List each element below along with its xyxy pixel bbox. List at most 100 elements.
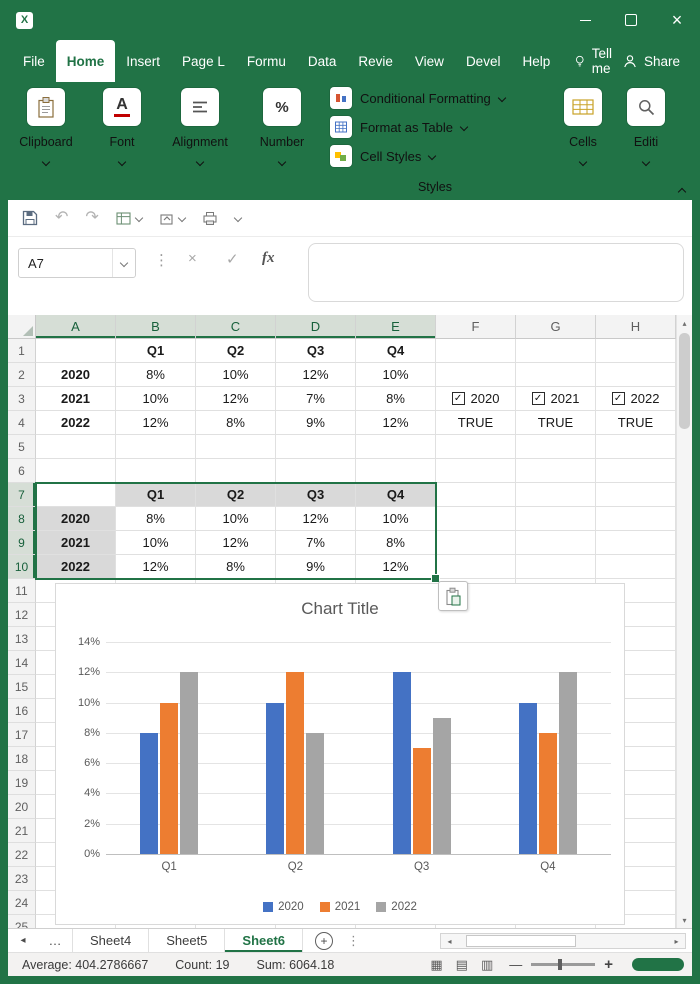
cell-E8[interactable]: 10% (356, 507, 436, 531)
cancel-entry-button[interactable]: × (188, 250, 197, 267)
paste-special-tool-button[interactable] (159, 211, 187, 226)
zoom-slider[interactable] (531, 959, 596, 970)
zoom-out-button[interactable]: — (509, 957, 522, 972)
cell-A7[interactable] (36, 483, 116, 507)
enter-entry-button[interactable]: ✓ (226, 250, 239, 268)
editing-group-button[interactable]: Editi (608, 88, 684, 172)
row-header-19[interactable]: 19 (8, 771, 36, 795)
row-header-2[interactable]: 2 (8, 363, 36, 387)
cell-G7[interactable] (516, 483, 596, 507)
select-all-corner[interactable] (8, 315, 36, 339)
cell-B8[interactable]: 8% (116, 507, 196, 531)
cell-G5[interactable] (516, 435, 596, 459)
cell-H8[interactable] (596, 507, 676, 531)
cell-H4[interactable]: TRUE (596, 411, 676, 435)
cell-H6[interactable] (596, 459, 676, 483)
cell-A2[interactable]: 2020 (36, 363, 116, 387)
cell-C7[interactable]: Q2 (196, 483, 276, 507)
cell-A6[interactable] (36, 459, 116, 483)
cell-F10[interactable] (436, 555, 516, 579)
column-header-H[interactable]: H (596, 315, 676, 339)
row-header-7[interactable]: 7 (8, 483, 36, 507)
row-header-23[interactable]: 23 (8, 867, 36, 891)
checkbox-2020[interactable]: ✓ (451, 392, 465, 405)
row-header-5[interactable]: 5 (8, 435, 36, 459)
bar-2020-Q4[interactable] (518, 702, 537, 854)
column-header-A[interactable]: A (36, 315, 116, 339)
cell-B6[interactable] (116, 459, 196, 483)
collapse-ribbon-button[interactable] (677, 180, 687, 198)
font-group-button[interactable]: A Font (84, 88, 160, 172)
cell-A10[interactable]: 2022 (36, 555, 116, 579)
vertical-scrollbar-thumb[interactable] (679, 333, 690, 429)
checkbox-2022[interactable]: ✓ (611, 392, 625, 405)
bar-2022-Q2[interactable] (306, 732, 325, 854)
cell-E4[interactable]: 12% (356, 411, 436, 435)
cell-B2[interactable]: 8% (116, 363, 196, 387)
page-break-view-button[interactable]: ▥ (481, 957, 493, 973)
scroll-left-button[interactable]: ◂ (441, 934, 458, 948)
cell-D4[interactable]: 9% (276, 411, 356, 435)
row-header-21[interactable]: 21 (8, 819, 36, 843)
bar-2021-Q1[interactable] (160, 702, 179, 854)
row-header-24[interactable]: 24 (8, 891, 36, 915)
sheet-tab-sheet5[interactable]: Sheet5 (149, 929, 226, 952)
formula-input[interactable] (308, 243, 684, 302)
column-header-E[interactable]: E (356, 315, 436, 339)
scroll-down-button[interactable]: ▾ (677, 912, 692, 928)
zoom-in-button[interactable]: + (604, 956, 613, 973)
cell-H10[interactable] (596, 555, 676, 579)
cell-E9[interactable]: 8% (356, 531, 436, 555)
legend-item-2021[interactable]: 2021 (319, 901, 360, 913)
cell-D3[interactable]: 7% (276, 387, 356, 411)
row-header-14[interactable]: 14 (8, 651, 36, 675)
cell-A5[interactable] (36, 435, 116, 459)
insert-function-button[interactable]: fx (262, 250, 275, 267)
clipboard-group-button[interactable]: Clipboard (8, 88, 84, 172)
row-header-8[interactable]: 8 (8, 507, 36, 531)
cell-B3[interactable]: 10% (116, 387, 196, 411)
tab-file[interactable]: File (12, 40, 56, 82)
cell-D7[interactable]: Q3 (276, 483, 356, 507)
more-sheets-indicator[interactable]: … (38, 929, 73, 952)
name-box[interactable]: A7 (18, 248, 136, 278)
cell-H7[interactable] (596, 483, 676, 507)
tab-data[interactable]: Data (297, 40, 348, 82)
row-header-18[interactable]: 18 (8, 747, 36, 771)
cell-C10[interactable]: 8% (196, 555, 276, 579)
cell-styles-button[interactable]: Cell Styles (330, 144, 540, 168)
save-button[interactable] (22, 210, 38, 226)
tab-scroll-left-button[interactable]: ◂ (8, 929, 38, 952)
customize-qat-button[interactable] (233, 213, 243, 223)
sheetbar-resize-handle[interactable]: ⋮ (347, 929, 360, 952)
legend-item-2020[interactable]: 2020 (263, 901, 304, 913)
cell-E6[interactable] (356, 459, 436, 483)
horizontal-scrollbar-thumb[interactable] (466, 935, 576, 947)
cell-F6[interactable] (436, 459, 516, 483)
cell-G2[interactable] (516, 363, 596, 387)
tab-insert[interactable]: Insert (115, 40, 171, 82)
cell-D6[interactable] (276, 459, 356, 483)
tab-review[interactable]: Revie (347, 40, 404, 82)
tell-me-button[interactable]: Tell me (575, 40, 623, 82)
row-header-17[interactable]: 17 (8, 723, 36, 747)
cell-C8[interactable]: 10% (196, 507, 276, 531)
zoom-level-indicator[interactable] (632, 958, 684, 971)
cell-H9[interactable] (596, 531, 676, 555)
row-header-6[interactable]: 6 (8, 459, 36, 483)
row-header-13[interactable]: 13 (8, 627, 36, 651)
cell-F8[interactable] (436, 507, 516, 531)
cell-G4[interactable]: TRUE (516, 411, 596, 435)
scroll-up-button[interactable]: ▴ (677, 315, 692, 331)
cell-H3[interactable]: ✓ 2022 (596, 387, 676, 411)
redo-button[interactable]: ↷ (85, 210, 98, 226)
scroll-right-button[interactable]: ▸ (668, 934, 685, 948)
row-header-11[interactable]: 11 (8, 579, 36, 603)
tab-view[interactable]: View (404, 40, 455, 82)
cell-H1[interactable] (596, 339, 676, 363)
maximize-button[interactable] (608, 0, 654, 40)
close-button[interactable]: × (654, 0, 700, 40)
cell-B4[interactable]: 12% (116, 411, 196, 435)
column-header-C[interactable]: C (196, 315, 276, 339)
normal-view-button[interactable]: ▦ (430, 957, 442, 973)
